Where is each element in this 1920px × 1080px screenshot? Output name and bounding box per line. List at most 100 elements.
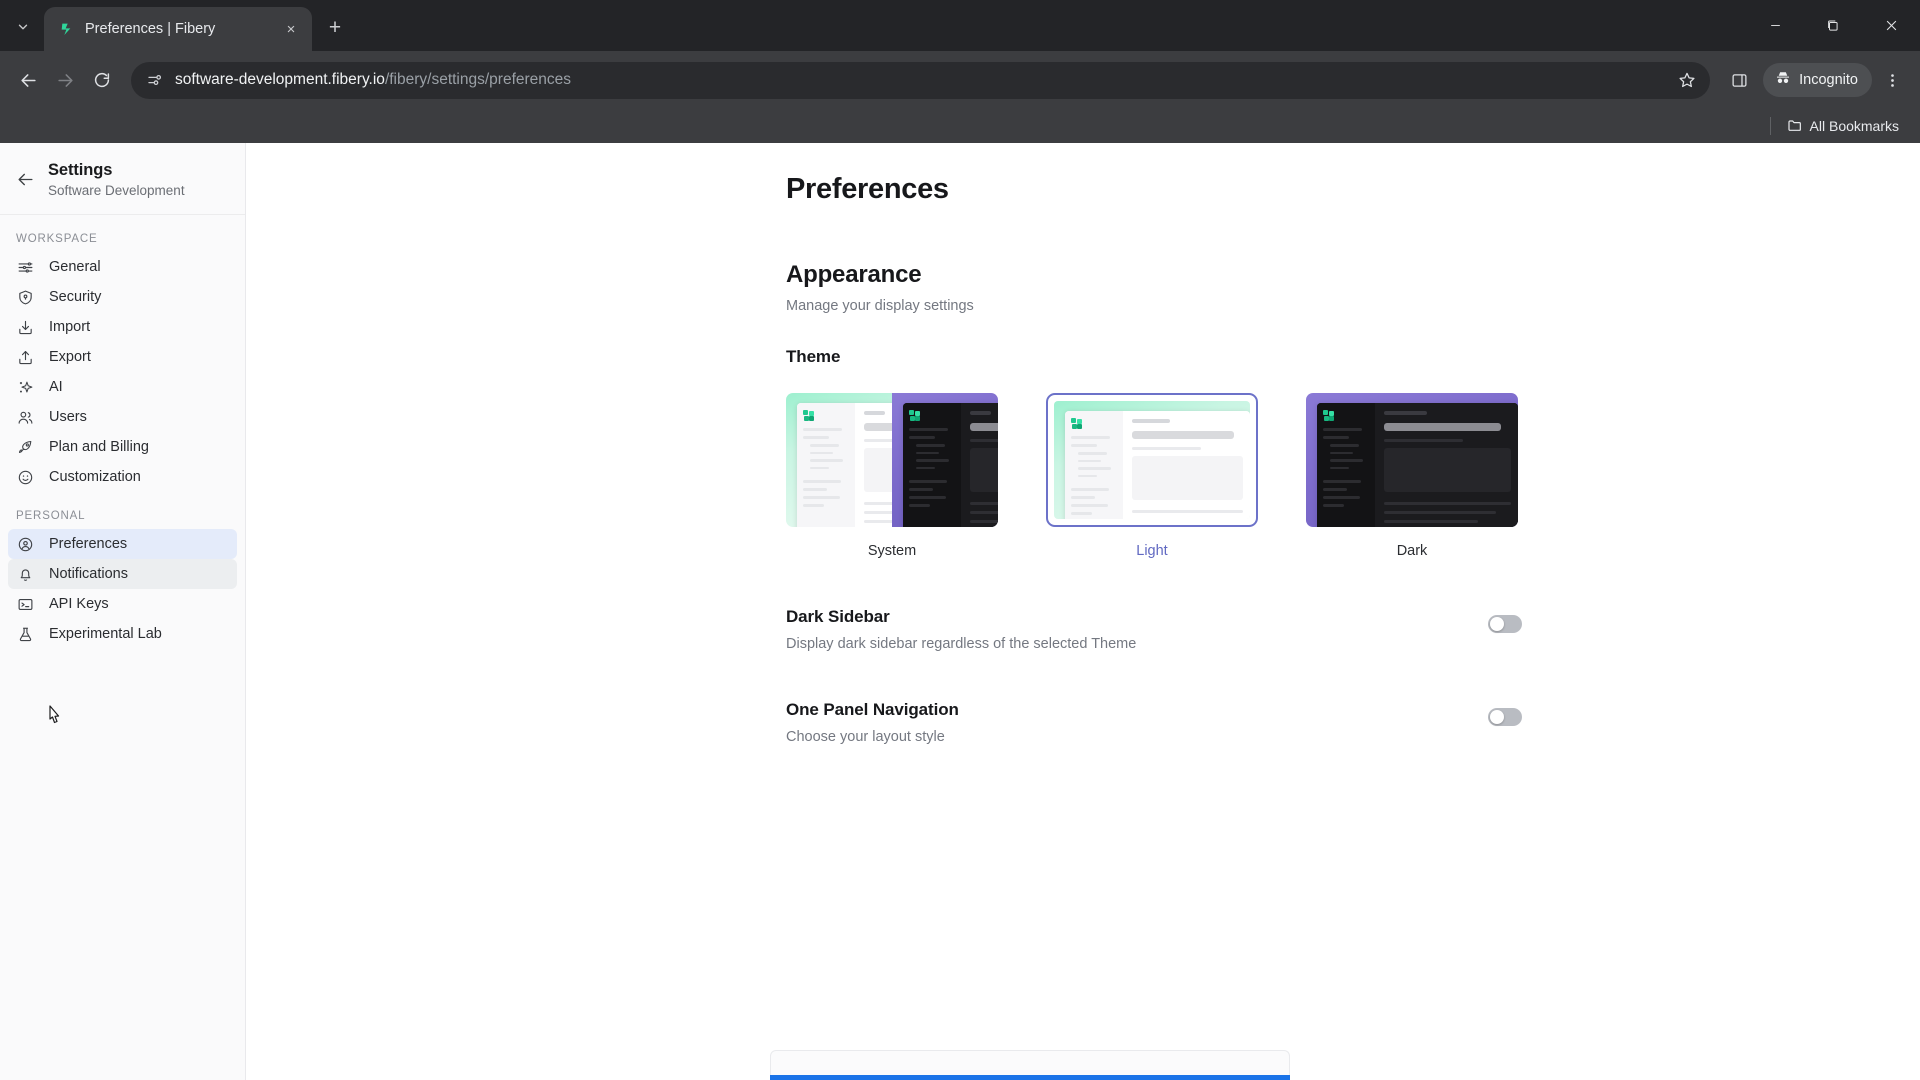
theme-label-light: Light [1136, 543, 1168, 559]
shield-icon [16, 288, 35, 307]
bookmarks-bar: All Bookmarks [0, 109, 1920, 143]
sidebar-item-preferences[interactable]: Preferences [8, 529, 237, 559]
sidebar-subtitle: Software Development [48, 183, 185, 198]
one-panel-navigation-toggle[interactable] [1488, 708, 1522, 726]
new-tab-button[interactable]: + [318, 11, 352, 45]
appearance-subtitle: Manage your display settings [786, 298, 974, 314]
folder-icon [1787, 117, 1803, 136]
all-bookmarks-button[interactable]: All Bookmarks [1780, 114, 1906, 139]
all-bookmarks-label: All Bookmarks [1809, 118, 1899, 134]
sidebar-section-workspace: WORKSPACE General Security Import Export… [0, 215, 245, 492]
theme-options: System Light Dark [786, 393, 1522, 559]
main-content: Preferences Appearance Manage your displ… [246, 143, 1920, 1080]
sidebar-item-security[interactable]: Security [8, 282, 237, 312]
theme-label-system: System [867, 543, 917, 559]
side-panel-icon[interactable] [1722, 63, 1756, 97]
sidebar-item-label: AI [49, 379, 63, 395]
sidebar-header: Settings Software Development [0, 143, 245, 215]
setting-title: Dark Sidebar [786, 607, 890, 626]
page-content: Settings Software Development WORKSPACE … [0, 143, 1920, 1080]
smiley-icon [16, 468, 35, 487]
sidebar-item-label: General [49, 259, 101, 275]
sidebar-item-label: Export [49, 349, 91, 365]
setting-dark-sidebar: Dark Sidebar Display dark sidebar regard… [786, 607, 1522, 652]
rocket-icon [16, 438, 35, 457]
user-circle-icon [16, 535, 35, 554]
sidebar-item-plan-and-billing[interactable]: Plan and Billing [8, 432, 237, 462]
section-label-workspace: WORKSPACE [16, 233, 98, 245]
sidebar-item-experimental-lab[interactable]: Experimental Lab [8, 619, 237, 649]
reload-icon[interactable] [85, 63, 119, 97]
sidebar-item-label: Customization [49, 469, 141, 485]
arrow-left-icon[interactable] [14, 168, 36, 190]
dark-sidebar-toggle[interactable] [1488, 615, 1522, 633]
sidebar-item-api-keys[interactable]: API Keys [8, 589, 237, 619]
download-icon [16, 318, 35, 337]
sidebar-section-personal: PERSONAL Preferences Notifications API K… [0, 492, 245, 649]
sidebar-item-customization[interactable]: Customization [8, 462, 237, 492]
incognito-icon [1774, 69, 1792, 91]
tab-title: Preferences | Fibery [85, 21, 216, 37]
close-icon[interactable]: × [280, 18, 302, 40]
theme-preview-light[interactable] [1046, 393, 1258, 527]
theme-preview-system[interactable] [786, 393, 998, 527]
maximize-icon[interactable] [1804, 0, 1862, 51]
bookmark-star-icon[interactable] [1672, 65, 1702, 95]
sidebar-item-label: Preferences [49, 536, 128, 552]
divider [1769, 117, 1771, 135]
sidebar-item-notifications[interactable]: Notifications [8, 559, 237, 589]
sidebar-item-import[interactable]: Import [8, 312, 237, 342]
theme-option-light[interactable]: Light [1046, 393, 1258, 559]
address-bar[interactable]: software-development.fibery.io/fibery/se… [131, 61, 1711, 99]
sidebar-title: Settings [48, 161, 113, 179]
tab-search-button[interactable] [6, 10, 40, 44]
sidebar-item-label: API Keys [49, 596, 109, 612]
settings-sidebar: Settings Software Development WORKSPACE … [0, 143, 246, 1080]
browser-toolbar: software-development.fibery.io/fibery/se… [0, 51, 1920, 109]
appearance-heading: Appearance [786, 261, 922, 288]
toggle-knob [1490, 710, 1504, 724]
toggle-knob [1490, 617, 1504, 631]
sidebar-item-label: Security [49, 289, 102, 305]
sidebar-item-general[interactable]: General [8, 252, 237, 282]
mouse-cursor [44, 703, 66, 731]
flask-icon [16, 625, 35, 644]
sliders-icon [16, 258, 35, 277]
profile-label: Incognito [1799, 72, 1858, 88]
upload-icon [16, 348, 35, 367]
setting-description: Display dark sidebar regardless of the s… [786, 636, 1137, 652]
sidebar-item-ai[interactable]: AI [8, 372, 237, 402]
site-settings-icon[interactable] [145, 71, 164, 90]
users-icon [16, 408, 35, 427]
window-controls [1746, 0, 1920, 51]
theme-label-dark: Dark [1396, 543, 1428, 559]
close-window-icon[interactable] [1862, 0, 1920, 51]
browser-tab[interactable]: Preferences | Fibery × [44, 7, 312, 51]
theme-preview-dark[interactable] [1306, 393, 1518, 527]
url-path: /fibery/settings/preferences [384, 71, 572, 88]
setting-description: Choose your layout style [786, 729, 945, 745]
url-text: software-development.fibery.io/fibery/se… [175, 71, 1661, 89]
three-dot-menu-icon[interactable] [1875, 63, 1909, 97]
tab-strip: Preferences | Fibery × + [0, 0, 1920, 51]
sidebar-item-label: Experimental Lab [49, 626, 162, 642]
forward-arrow-icon[interactable] [48, 63, 82, 97]
sidebar-item-export[interactable]: Export [8, 342, 237, 372]
url-domain: software-development.fibery.io [175, 71, 385, 88]
minimize-icon[interactable] [1746, 0, 1804, 51]
theme-heading: Theme [786, 347, 841, 366]
sidebar-item-label: Import [49, 319, 91, 335]
section-label-personal: PERSONAL [16, 510, 86, 522]
back-arrow-icon[interactable] [11, 63, 45, 97]
setting-title: One Panel Navigation [786, 700, 959, 719]
profile-incognito-button[interactable]: Incognito [1763, 63, 1872, 97]
terminal-icon [16, 595, 35, 614]
bottom-accent-strip [770, 1075, 1290, 1080]
sidebar-item-users[interactable]: Users [8, 402, 237, 432]
sidebar-item-label: Users [49, 409, 87, 425]
browser-window: Preferences | Fibery × + software-develo… [0, 0, 1920, 1080]
theme-option-system[interactable]: System [786, 393, 998, 559]
sidebar-item-label: Notifications [49, 566, 128, 582]
theme-option-dark[interactable]: Dark [1306, 393, 1518, 559]
sparkle-icon [16, 378, 35, 397]
